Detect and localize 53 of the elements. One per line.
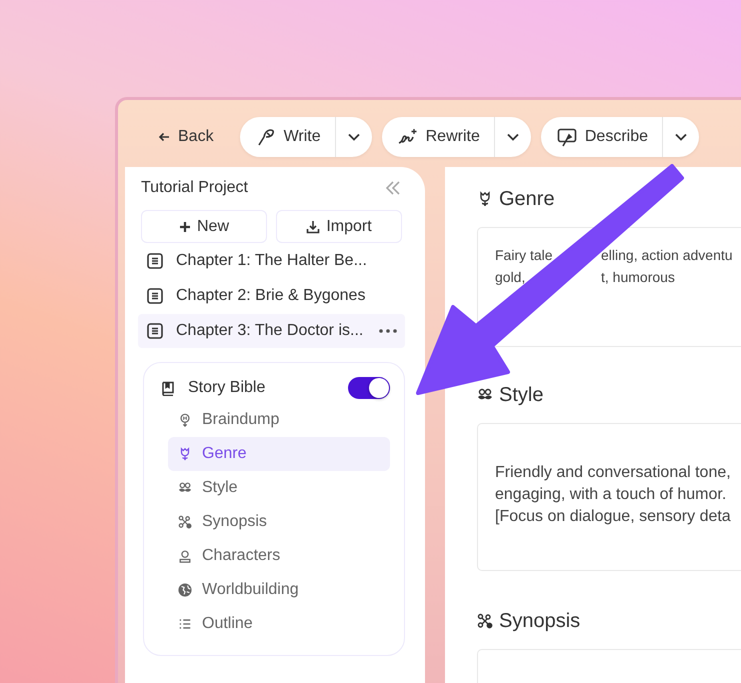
- chapter-title: Chapter 2: Brie & Bygones: [176, 287, 366, 305]
- handwriting-icon: [398, 127, 418, 147]
- text-area[interactable]: Friendly and conversational tone, engaging, with a touch of humor. [Focus on dialogue, sensory deta: [477, 423, 741, 571]
- import-button[interactable]: Import: [276, 210, 402, 243]
- chapter-title: Chapter 1: The Halter Be...: [176, 252, 368, 270]
- project-title: Tutorial Project: [141, 179, 248, 197]
- text-line: engaging, with a touch of humor.: [495, 485, 728, 505]
- story-bible-item[interactable]: Worldbuilding: [168, 573, 390, 607]
- globe-icon: [178, 583, 192, 597]
- action-button[interactable]: Rewrite: [382, 117, 495, 157]
- nodes-icon: [178, 515, 192, 529]
- nodes-icon: [477, 613, 493, 629]
- chapter-item[interactable]: Chapter 3: The Doctor is...: [138, 314, 405, 348]
- text-line: Fairy tale: [495, 246, 554, 265]
- more-icon[interactable]: [379, 329, 397, 333]
- chapter-title: Chapter 3: The Doctor is...: [176, 322, 364, 340]
- story-bible-item[interactable]: Genre: [168, 437, 390, 471]
- document-icon: [146, 287, 164, 305]
- toggle-switch[interactable]: [348, 377, 390, 399]
- text-line: elling, action adventu: [601, 246, 733, 265]
- text-line: t, humorous: [601, 268, 676, 287]
- story-bible-title: Story Bible: [188, 379, 266, 397]
- list-icon: [178, 617, 192, 631]
- arrow-left-icon: [158, 131, 170, 143]
- section-title: Synopsis: [499, 610, 580, 632]
- story-bible-item[interactable]: Synopsis: [168, 505, 390, 539]
- text-line: Friendly and conversational tone,: [495, 463, 732, 483]
- text-line: gold,: [495, 268, 526, 287]
- chapter-item[interactable]: Chapter 1: The Halter Be...: [138, 244, 405, 278]
- person-icon: [178, 549, 192, 563]
- text-line: [Focus on dialogue, sensory deta: [495, 507, 732, 527]
- story-bible-item[interactable]: Style: [168, 471, 390, 505]
- collapse-button[interactable]: [384, 179, 402, 197]
- story-bible-item[interactable]: Outline: [168, 607, 390, 641]
- tulip-icon: [178, 447, 192, 461]
- chapter-item[interactable]: Chapter 2: Brie & Bygones: [138, 279, 405, 313]
- section-title: Style: [499, 384, 544, 406]
- action-button[interactable]: Describe: [540, 117, 663, 157]
- back-button[interactable]: Back: [144, 124, 228, 150]
- download-icon: [306, 220, 320, 234]
- screen-brush-icon: [556, 127, 577, 147]
- story-bible-item[interactable]: Braindump: [168, 403, 390, 437]
- section-title: Genre: [499, 188, 555, 210]
- action-button[interactable]: Write: [240, 117, 336, 157]
- document-icon: [146, 252, 164, 270]
- document-icon: [146, 322, 164, 340]
- book-icon: [160, 380, 176, 396]
- story-bible-item[interactable]: Characters: [168, 539, 390, 573]
- pen-icon: [256, 127, 276, 147]
- double-chevron-left-icon: [384, 179, 402, 197]
- plus-icon: [178, 220, 191, 232]
- brain-icon: [178, 413, 192, 427]
- new-button[interactable]: New: [141, 210, 267, 243]
